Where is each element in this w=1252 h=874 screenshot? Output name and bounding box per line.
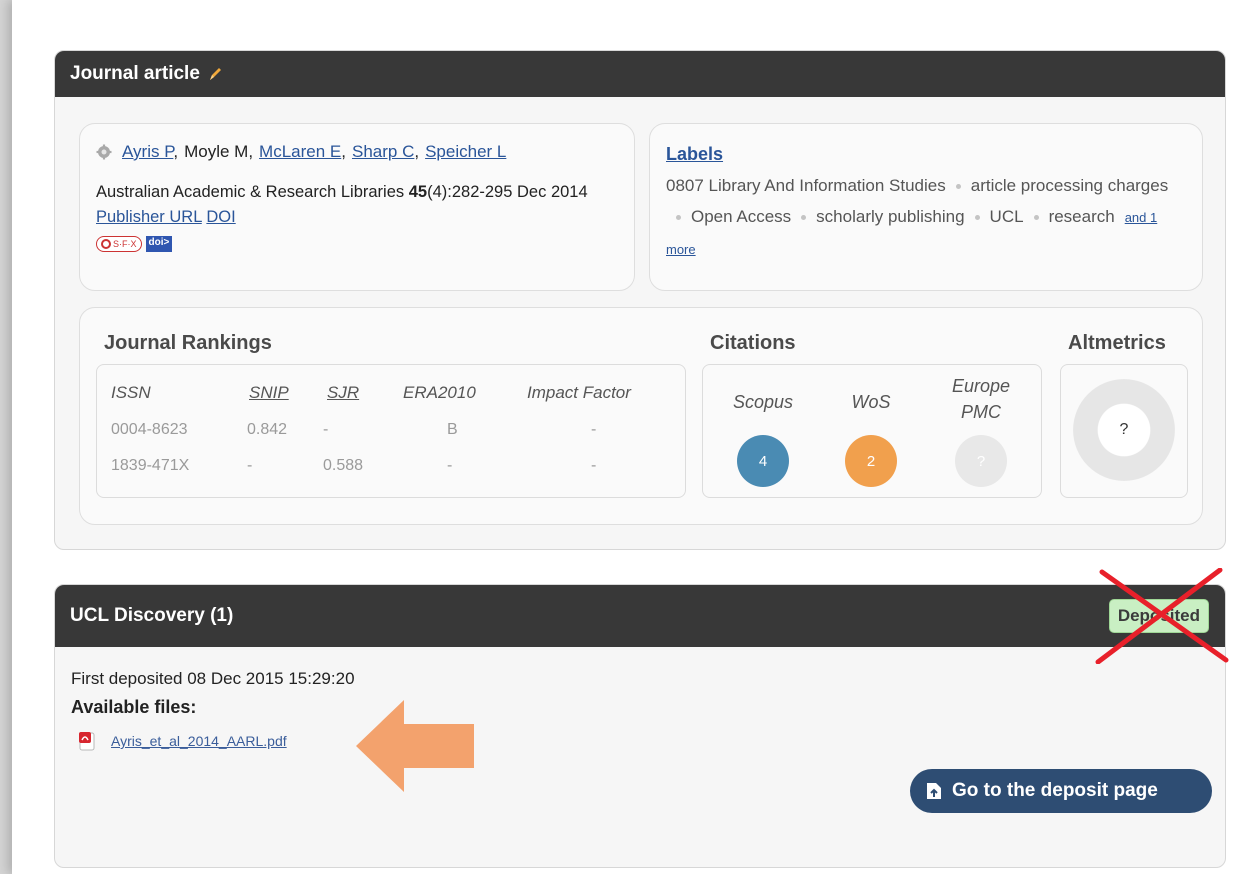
rankings-cell: - xyxy=(323,421,329,438)
available-files-label: Available files: xyxy=(71,697,197,717)
author-list: Ayris P, Moyle M, McLaren E, Sharp C, Speich… xyxy=(96,142,506,162)
author-name[interactable]: McLaren E xyxy=(259,142,341,161)
label-item[interactable]: Open Access xyxy=(691,207,791,226)
altmetric-score: ? xyxy=(1119,421,1129,438)
file-upload-icon xyxy=(926,782,942,800)
rankings-column-header[interactable]: SJR xyxy=(327,383,359,403)
doi-link[interactable]: DOI xyxy=(206,208,235,226)
journal-article-header: Journal article xyxy=(55,51,1225,97)
file-link[interactable]: Ayris_et_al_2014_AARL.pdf xyxy=(111,733,287,749)
author-separator: , xyxy=(173,142,179,161)
rankings-column-header[interactable]: SNIP xyxy=(249,383,289,403)
altmetric-donut[interactable]: ? xyxy=(1073,379,1175,481)
label-separator-dot xyxy=(955,184,961,190)
label-separator-dot xyxy=(801,215,807,221)
ucl-discovery-header: UCL Discovery (1) Deposited xyxy=(55,585,1225,647)
author-name[interactable]: Sharp C xyxy=(352,142,414,161)
label-item[interactable]: research xyxy=(1049,207,1115,226)
altmetrics-title: Altmetrics xyxy=(1068,332,1166,354)
citation-count-circle[interactable]: 4 xyxy=(737,435,789,487)
rankings-cell: 0.842 xyxy=(247,421,288,438)
author-separator: , xyxy=(248,142,254,161)
author-name[interactable]: Speicher L xyxy=(425,142,506,161)
annotation-cross xyxy=(1094,567,1232,665)
altmetrics-box[interactable]: ? xyxy=(1060,364,1188,498)
rankings-cell: B xyxy=(447,421,458,438)
pdf-file-icon xyxy=(77,731,97,751)
annotation-arrow xyxy=(356,700,476,792)
labels-card: Labels 0807 Library And Information Stud… xyxy=(649,123,1203,291)
citation-source-name: WoS xyxy=(851,392,891,412)
doi-badge[interactable]: doi> xyxy=(145,236,173,252)
rankings-column-header: Impact Factor xyxy=(527,383,631,402)
citation-source-label: WoS xyxy=(826,389,916,415)
label-item[interactable]: article processing charges xyxy=(971,176,1168,195)
label-separator-dot xyxy=(974,215,980,221)
citation-source-name: Europe xyxy=(951,376,1011,396)
citation-source-name: Scopus xyxy=(732,392,794,412)
citations-box: Scopus 4 WoS 2 Europe PMC? xyxy=(702,364,1042,498)
author-separator: , xyxy=(341,142,346,161)
author-separator: , xyxy=(414,142,420,161)
journal-article-title: Journal article xyxy=(70,63,200,84)
sfx-logo-icon xyxy=(101,239,111,249)
label-separator-dot xyxy=(676,215,681,221)
rankings-cell: 0004-8623 xyxy=(111,421,188,438)
metrics-card: Journal Rankings ISSN SNIP SJR ERA2010 Impac… xyxy=(79,307,1203,525)
label-item[interactable]: UCL xyxy=(990,207,1024,226)
year: 2014 xyxy=(550,183,588,201)
labels-title[interactable]: Labels xyxy=(666,144,723,165)
issue-pages: (4):282-295 Dec xyxy=(427,183,547,201)
author-name: Moyle M xyxy=(184,142,249,161)
label-separator-dot xyxy=(1033,215,1039,221)
label-list: 0807 Library And Information Studies arti… xyxy=(666,170,1186,265)
rankings-column-header: ERA2010 xyxy=(403,383,476,402)
label-item[interactable]: 0807 Library And Information Studies xyxy=(666,176,946,195)
ucl-discovery-title: UCL Discovery (1) xyxy=(70,605,234,626)
resolver-badges: S·F·X doi> xyxy=(96,236,173,252)
rankings-column-header: ISSN xyxy=(111,383,151,402)
rankings-cell: - xyxy=(591,457,597,474)
rankings-cell: - xyxy=(591,421,597,438)
rankings-cell: - xyxy=(247,457,253,474)
journal-rankings-table: ISSN SNIP SJR ERA2010 Impact Factor 0004-8623… xyxy=(96,364,686,498)
edit-pencil-icon[interactable] xyxy=(208,66,222,82)
rankings-cell: 0.588 xyxy=(323,457,364,474)
citation-source-name-line2: PMC xyxy=(961,402,1001,422)
go-to-deposit-page-button[interactable]: Go to the deposit page xyxy=(910,769,1212,813)
ucl-discovery-panel: UCL Discovery (1) Deposited First deposi… xyxy=(54,584,1226,868)
label-item[interactable]: scholarly publishing xyxy=(816,207,964,226)
citation-source-label: Europe PMC xyxy=(936,373,1026,425)
citation-count-circle[interactable]: 2 xyxy=(845,435,897,487)
citation-source-label: Scopus xyxy=(718,389,808,415)
rankings-cell: - xyxy=(447,457,453,474)
citation-card: Ayris P, Moyle M, McLaren E, Sharp C, Speich… xyxy=(79,123,635,291)
citation-count-circle[interactable]: ? xyxy=(955,435,1007,487)
citation-text: Australian Academic & Research Libraries… xyxy=(96,180,626,230)
journal-name: Australian Academic & Research Libraries xyxy=(96,183,405,201)
sfx-button[interactable]: S·F·X xyxy=(96,236,142,252)
volume: 45 xyxy=(408,183,428,201)
journal-rankings-title: Journal Rankings xyxy=(104,332,272,354)
deposit-button-label: Go to the deposit page xyxy=(952,780,1158,801)
file-row: Ayris_et_al_2014_AARL.pdf xyxy=(77,731,287,751)
author-name[interactable]: Ayris P xyxy=(122,142,173,161)
journal-article-panel: Journal article Ayris P, Moyle M, McLaren … xyxy=(54,50,1226,550)
gear-icon xyxy=(96,144,112,160)
rankings-cell: 1839-471X xyxy=(111,457,190,474)
citations-title: Citations xyxy=(710,332,796,354)
first-deposited-text: First deposited 08 Dec 2015 15:29:20 xyxy=(71,669,355,688)
publisher-url-link[interactable]: Publisher URL xyxy=(96,208,202,226)
